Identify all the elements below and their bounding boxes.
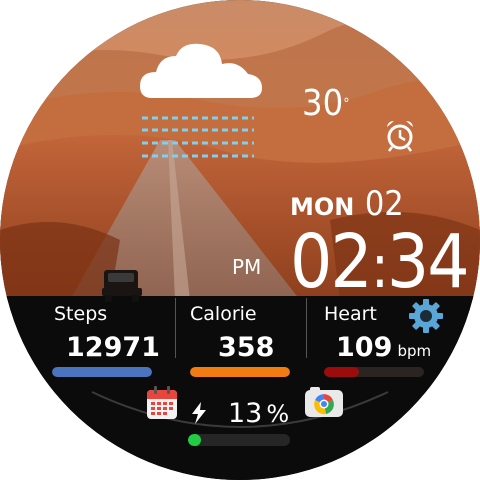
battery-value: 13 xyxy=(228,398,263,429)
watch-face: 30° MON 02 PM 02:34 Steps 12971 Calorie … xyxy=(0,0,480,480)
battery-progress-bar xyxy=(188,434,290,446)
calendar-app-icon[interactable] xyxy=(146,386,178,420)
charging-bolt-icon xyxy=(192,402,206,424)
battery-display: 13% xyxy=(228,398,289,430)
battery-unit: % xyxy=(266,400,290,428)
battery-progress-fill xyxy=(188,434,202,446)
camera-app-icon[interactable] xyxy=(304,386,344,418)
